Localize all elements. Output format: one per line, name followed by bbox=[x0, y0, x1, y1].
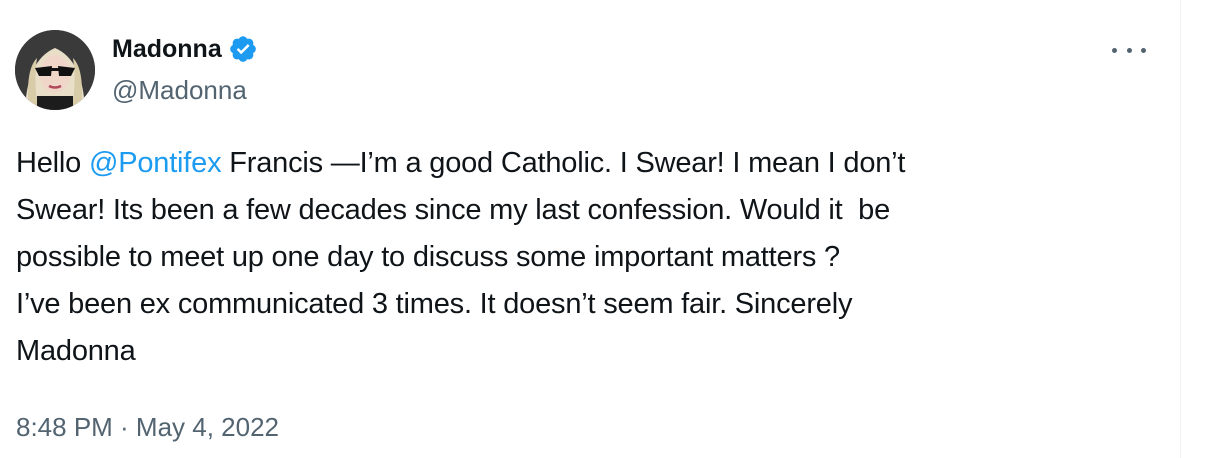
author-name-row: Madonna bbox=[112, 32, 258, 66]
tweet-text-segment: Francis —I’m a good Catholic. I Swear! I… bbox=[221, 147, 906, 179]
tweet-line-4: I’ve been ex communicated 3 times. It do… bbox=[16, 288, 853, 320]
tweet-text: Hello @Pontifex Francis —I’m a good Cath… bbox=[16, 140, 1156, 375]
more-horizontal-icon bbox=[1112, 47, 1117, 53]
timestamp-link[interactable]: 8:48 PM · May 4, 2022 bbox=[16, 410, 279, 444]
more-dot bbox=[1126, 47, 1132, 53]
verified-badge-icon bbox=[228, 34, 258, 64]
avatar-image bbox=[15, 30, 95, 110]
more-options-button[interactable] bbox=[1112, 40, 1146, 60]
tweet-line-5: Madonna bbox=[16, 335, 136, 367]
avatar[interactable] bbox=[15, 30, 95, 110]
divider bbox=[1180, 0, 1181, 458]
tweet-line-1: Hello @Pontifex Francis —I’m a good Cath… bbox=[16, 140, 1156, 187]
tweet-line-3: possible to meet up one day to discuss s… bbox=[16, 241, 840, 273]
tweet-card: Madonna @Madonna Hello @Pontifex Francis… bbox=[0, 0, 1180, 458]
tweet-line-2: Swear! Its been a few decades since my l… bbox=[16, 194, 891, 226]
more-dot bbox=[1141, 47, 1146, 53]
handle[interactable]: @Madonna bbox=[112, 73, 247, 107]
mention-link[interactable]: @Pontifex bbox=[89, 147, 222, 179]
tweet-text-segment: Hello bbox=[16, 147, 89, 179]
display-name[interactable]: Madonna bbox=[112, 32, 222, 66]
